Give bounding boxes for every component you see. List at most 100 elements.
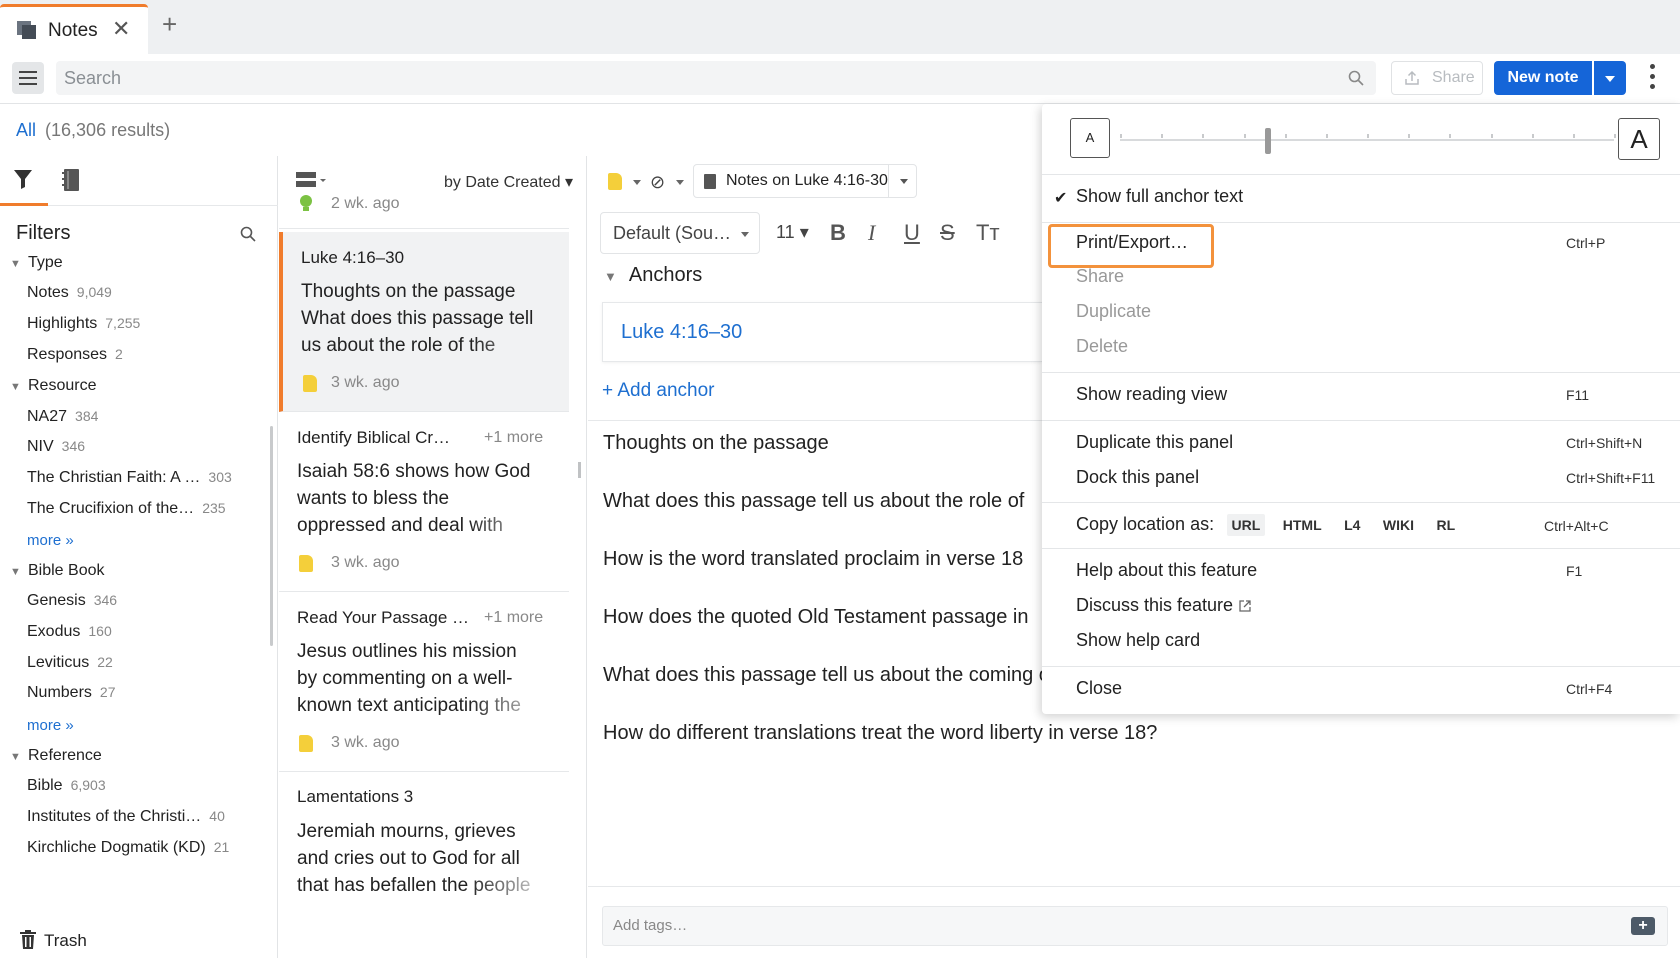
- font-size-decrease-button[interactable]: A: [1070, 118, 1110, 158]
- slider-tick: [1120, 134, 1122, 138]
- copy-url-button[interactable]: URL: [1226, 514, 1266, 536]
- note-text-line[interactable]: How does the quoted Old Testament passag…: [603, 606, 1028, 629]
- note-date: 2 wk. ago: [331, 195, 400, 212]
- anchor-card: Luke 4:16–30: [602, 302, 1042, 362]
- filter-item[interactable]: Exodus 160: [27, 623, 112, 641]
- font-size-increase-button[interactable]: A: [1618, 118, 1660, 160]
- add-tag-icon[interactable]: +: [1631, 917, 1655, 935]
- filter-item[interactable]: Numbers 27: [27, 684, 115, 702]
- close-icon[interactable]: ✕: [112, 16, 130, 42]
- font-size-slider[interactable]: [1120, 139, 1614, 141]
- note-date: 3 wk. ago: [331, 374, 400, 391]
- menu-item-duplicate-panel[interactable]: Duplicate this panel: [1076, 432, 1233, 453]
- new-note-dropdown-button[interactable]: [1594, 61, 1626, 95]
- scrollbar[interactable]: [270, 426, 273, 646]
- search-icon[interactable]: [240, 226, 256, 242]
- tags-input[interactable]: Add tags… +: [602, 906, 1668, 946]
- list-item[interactable]: Read Your Passage … +1 more Jesus outlin…: [279, 592, 569, 772]
- slider-handle[interactable]: [1265, 128, 1271, 154]
- trash-icon: [20, 930, 36, 949]
- anchors-header[interactable]: ▼ Anchors: [604, 264, 702, 287]
- font-select[interactable]: Default (Sou…: [600, 212, 760, 254]
- copy-wiki-button[interactable]: WIKI: [1378, 514, 1419, 536]
- tab-filters[interactable]: [0, 156, 48, 206]
- filter-item[interactable]: NIV 346: [27, 438, 85, 456]
- menu-item-show-anchor[interactable]: Show full anchor text: [1076, 186, 1243, 207]
- bold-button[interactable]: B: [830, 220, 846, 246]
- filter-group-reference[interactable]: ▼ Reference: [10, 747, 102, 765]
- menu-item-reading-view[interactable]: Show reading view: [1076, 384, 1227, 405]
- filter-item[interactable]: Bible 6,903: [27, 777, 106, 795]
- text-size-button[interactable]: Tт: [976, 220, 1000, 246]
- filter-item[interactable]: Leviticus 22: [27, 654, 113, 672]
- note-text-line[interactable]: Thoughts on the passage: [603, 432, 829, 455]
- tab-notes[interactable]: Notes ✕: [0, 4, 148, 54]
- note-text-line[interactable]: How do different translations treat the …: [603, 722, 1157, 745]
- filter-group-type[interactable]: ▼ Type: [10, 254, 63, 272]
- chevron-down-icon: ▼: [10, 258, 21, 270]
- trash-item[interactable]: Trash: [20, 930, 87, 951]
- tab-bar: Notes ✕ +: [0, 0, 1680, 54]
- menu-item-help-card[interactable]: Show help card: [1076, 630, 1200, 651]
- sort-dropdown[interactable]: by Date Created ▾: [444, 172, 573, 192]
- more-link[interactable]: more »: [27, 532, 74, 549]
- no-style-icon[interactable]: ⊘: [650, 172, 665, 193]
- toolbar: Search Share New note: [0, 54, 1680, 104]
- filter-item[interactable]: The Crucifixion of the… 235: [27, 500, 226, 518]
- font-size-select[interactable]: 11 ▾: [776, 222, 809, 243]
- shortcut-label: F1: [1566, 563, 1583, 579]
- new-tab-button[interactable]: +: [162, 11, 177, 37]
- filter-item[interactable]: The Christian Faith: A … 303: [27, 469, 232, 487]
- chevron-down-icon[interactable]: [900, 179, 908, 184]
- menu-item-dock-panel[interactable]: Dock this panel: [1076, 467, 1199, 488]
- filter-item[interactable]: Institutes of the Christi… 40: [27, 808, 225, 826]
- slider-tick: [1285, 134, 1287, 138]
- note-text-line[interactable]: What does this passage tell us about the…: [603, 490, 1024, 513]
- menu-item-print-export[interactable]: Print/Export…: [1076, 232, 1188, 253]
- filter-group-resource[interactable]: ▼ Resource: [10, 377, 96, 395]
- filter-group-bible-book[interactable]: ▼ Bible Book: [10, 562, 105, 580]
- italic-button[interactable]: I: [868, 220, 875, 246]
- filters-pane: Filters ▼ Type Notes 9,049 Highlights 7,255…: [0, 156, 278, 958]
- slider-tick: [1532, 134, 1534, 138]
- slider-tick: [1408, 134, 1410, 138]
- add-anchor-link[interactable]: + Add anchor: [602, 380, 715, 402]
- menu-item-help[interactable]: Help about this feature: [1076, 560, 1257, 581]
- filter-item[interactable]: Notes 9,049: [27, 284, 112, 302]
- filter-icon: [14, 170, 32, 189]
- tag-color-icon[interactable]: [608, 173, 622, 190]
- share-button[interactable]: Share: [1391, 61, 1483, 95]
- copy-rl-button[interactable]: RL: [1431, 514, 1460, 536]
- filter-item[interactable]: Responses 2: [27, 346, 123, 364]
- note-preview: Jesus outlines his mission by commenting …: [297, 638, 559, 719]
- filter-item[interactable]: Highlights 7,255: [27, 315, 140, 333]
- more-link[interactable]: more »: [27, 717, 74, 734]
- anchor-link[interactable]: Luke 4:16–30: [621, 321, 742, 344]
- more-options-icon[interactable]: [1648, 64, 1656, 92]
- menu-item-close[interactable]: Close: [1076, 678, 1122, 699]
- search-input[interactable]: Search: [56, 61, 1376, 95]
- copy-html-button[interactable]: HTML: [1278, 514, 1327, 536]
- menu-item-discuss[interactable]: Discuss this feature: [1076, 595, 1251, 616]
- slider-tick: [1367, 134, 1369, 138]
- external-link-icon: [1239, 600, 1251, 612]
- note-text-line[interactable]: How is the word translated proclaim in v…: [603, 548, 1023, 571]
- notes-icon: [17, 21, 36, 39]
- slider-tick: [1614, 134, 1616, 138]
- new-note-button[interactable]: New note: [1494, 61, 1592, 95]
- filter-item[interactable]: Genesis 346: [27, 592, 117, 610]
- list-item[interactable]: Lamentations 3 Jeremiah mourns, grieves a…: [279, 772, 569, 958]
- notebook-selector[interactable]: Notes on Luke 4:16-30: [693, 164, 917, 198]
- strikethrough-button[interactable]: S: [940, 220, 955, 246]
- list-item[interactable]: Luke 4:16–30 Thoughts on the passage What…: [279, 232, 569, 412]
- list-item[interactable]: Identify Biblical Cr… +1 more Isaiah 58:…: [279, 412, 569, 592]
- scrollbar[interactable]: [578, 462, 581, 478]
- tag-icon: [299, 735, 313, 752]
- list-view-icon[interactable]: [296, 170, 328, 190]
- scope-all-link[interactable]: All: [16, 120, 36, 140]
- filter-item[interactable]: NA27 384: [27, 408, 98, 426]
- underline-button[interactable]: U: [904, 220, 920, 246]
- hamburger-menu-button[interactable]: [12, 62, 44, 94]
- copy-l4-button[interactable]: L4: [1339, 514, 1365, 536]
- filter-item[interactable]: Kirchliche Dogmatik (KD) 21: [27, 839, 229, 857]
